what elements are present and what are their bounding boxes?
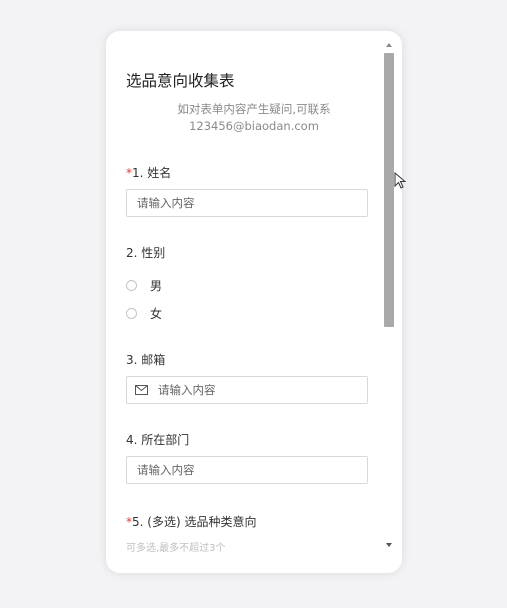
name-input-placeholder: 请输入内容: [137, 196, 195, 210]
question-1-label: *1. 姓名: [126, 164, 171, 181]
mouse-cursor-icon: [394, 172, 406, 189]
form-phone-frame: 选品意向收集表 如对表单内容产生疑问,可联系 123456@biaodan.co…: [106, 31, 402, 573]
scroll-down-arrow-icon[interactable]: [386, 543, 392, 547]
gender-option-label: 男: [150, 279, 163, 293]
email-input-placeholder: 请输入内容: [158, 383, 216, 397]
radio-circle-icon[interactable]: [126, 280, 137, 291]
gender-option-label: 女: [150, 307, 163, 321]
gender-option-male[interactable]: 男: [126, 277, 162, 294]
email-input[interactable]: 请输入内容: [126, 376, 368, 404]
scrollbar-thumb[interactable]: [384, 53, 394, 327]
question-5-label: *5. (多选) 选品种类意向: [126, 513, 256, 530]
department-input-placeholder: 请输入内容: [137, 463, 195, 477]
form-title: 选品意向收集表: [126, 72, 235, 90]
vertical-scrollbar[interactable]: [384, 41, 394, 549]
question-3-label: 3. 邮箱: [126, 353, 166, 367]
question-5-hint: 可多选,最多不超过3个: [126, 543, 226, 554]
question-5-text: 5. (多选) 选品种类意向: [132, 515, 257, 529]
form-description-line1: 如对表单内容产生疑问,可联系: [177, 102, 331, 116]
question-2-label: 2. 性别: [126, 246, 166, 260]
name-input[interactable]: 请输入内容: [126, 189, 368, 217]
contact-email[interactable]: 123456@biaodan.com: [126, 118, 382, 135]
question-1-text: 1. 姓名: [132, 166, 172, 180]
scroll-up-arrow-icon[interactable]: [386, 43, 392, 47]
mail-icon: [135, 385, 148, 395]
form-description: 如对表单内容产生疑问,可联系 123456@biaodan.com: [126, 101, 382, 135]
form-content: 选品意向收集表 如对表单内容产生疑问,可联系 123456@biaodan.co…: [106, 31, 382, 573]
question-4-label: 4. 所在部门: [126, 433, 190, 447]
department-input[interactable]: 请输入内容: [126, 456, 368, 484]
gender-option-female[interactable]: 女: [126, 305, 162, 322]
radio-circle-icon[interactable]: [126, 308, 137, 319]
